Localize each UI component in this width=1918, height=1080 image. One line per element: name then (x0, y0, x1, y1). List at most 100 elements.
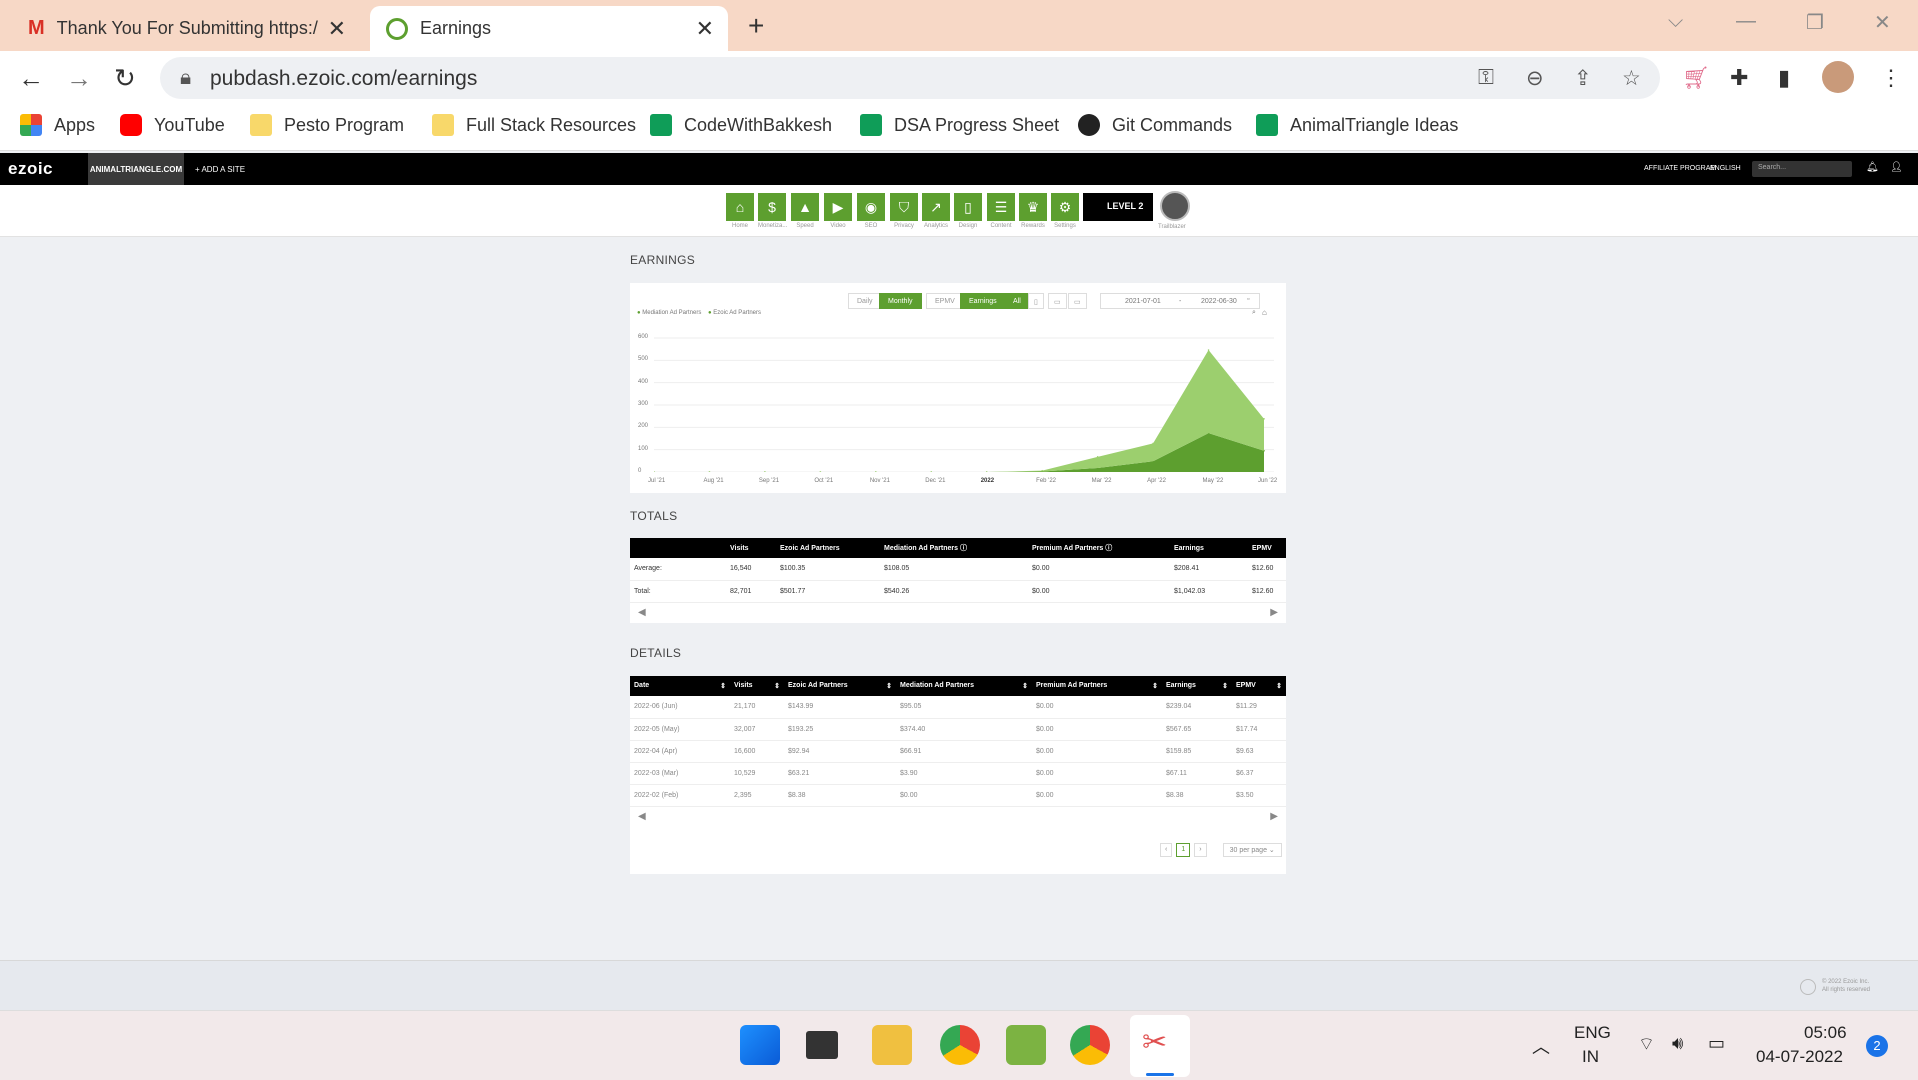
star-icon[interactable]: ☆ (1622, 66, 1641, 91)
sortable-column-header[interactable]: Visits ⇕ (730, 676, 784, 696)
all-devices-button[interactable]: All (1004, 293, 1030, 309)
share-icon[interactable]: ⇪ (1574, 66, 1592, 91)
epmv-button[interactable]: EPMV (926, 293, 964, 309)
horizontal-scrollbar[interactable]: ◀ ▶ (630, 603, 1286, 623)
chrome-profile-icon[interactable] (1070, 1025, 1110, 1065)
windows-start-icon[interactable] (740, 1025, 780, 1065)
tab-gmail[interactable]: M Thank You For Submitting https:/ ✕ (12, 6, 360, 51)
battery-icon[interactable]: ▭ (1708, 1033, 1725, 1054)
add-site-link[interactable]: + ADD A SITE (195, 165, 245, 174)
page-number[interactable]: 1 (1176, 843, 1191, 857)
chevron-down-icon[interactable]: ⌵ (1668, 10, 1683, 33)
restore-button[interactable]: ❐ (1806, 10, 1824, 35)
sortable-column-header[interactable]: Earnings ⇕ (1162, 676, 1232, 696)
back-button[interactable]: ← (18, 63, 44, 94)
affiliate-link[interactable]: AFFILIATE PROGRAM (1644, 165, 1716, 172)
wifi-icon[interactable]: ⌔ (1638, 1033, 1655, 1056)
data-point[interactable] (875, 471, 877, 472)
reload-button[interactable]: ↻ (114, 63, 136, 94)
nav-settings[interactable]: ⚙ Settings (1051, 193, 1079, 229)
trailblazer-avatar[interactable] (1160, 191, 1190, 221)
chevron-up-icon[interactable]: ︿ (1532, 1033, 1550, 1059)
side-panel-icon[interactable]: ▮ (1778, 65, 1790, 91)
bookmark-fullstack[interactable]: Full Stack Resources (432, 114, 636, 136)
notification-badge[interactable]: 2 (1866, 1035, 1888, 1057)
data-point[interactable] (1263, 418, 1265, 420)
nav-design[interactable]: ▯ Design (954, 193, 982, 229)
zoom-in-icon[interactable]: ⌕ (1252, 309, 1256, 317)
nav-privacy[interactable]: ⛉ Privacy (890, 193, 918, 229)
key-icon[interactable]: ⚿ (1478, 66, 1494, 90)
scroll-left-icon[interactable]: ◀ (638, 607, 646, 618)
earnings-button[interactable]: Earnings (960, 293, 1006, 309)
language-code[interactable]: ENG (1574, 1023, 1611, 1043)
window-close-button[interactable]: ✕ (1874, 10, 1891, 35)
lock-icon[interactable]: 🔒︎ (180, 66, 191, 90)
data-point[interactable] (930, 471, 933, 472)
menu-icon[interactable]: ⋮ (1880, 65, 1902, 91)
data-point[interactable] (1152, 442, 1154, 445)
bookmark-apps[interactable]: Apps (20, 114, 95, 136)
chrome-icon[interactable] (940, 1025, 980, 1065)
tab-earnings[interactable]: Earnings ✕ (370, 6, 728, 51)
nav-home[interactable]: ⌂ Home (726, 193, 754, 229)
date-range-picker[interactable]: 2021-07-01 - 2022-06-30 ▫ (1100, 293, 1260, 309)
legend-item[interactable]: ● Mediation Ad Partners (637, 310, 701, 316)
data-point[interactable] (764, 471, 766, 472)
scroll-right-icon[interactable]: ▶ (1270, 811, 1278, 822)
bookmark-codewithbakkesh[interactable]: CodeWithBakkesh (650, 114, 832, 136)
prev-page-button[interactable]: ‹ (1160, 843, 1173, 857)
scroll-right-icon[interactable]: ▶ (1270, 607, 1278, 618)
minimize-button[interactable]: — (1736, 10, 1756, 33)
language-selector[interactable]: ENGLISH (1710, 165, 1741, 172)
nav-monetization[interactable]: $ Monetiza... (758, 193, 787, 229)
mobile-icon[interactable]: ▯ (1028, 293, 1044, 309)
region-code[interactable]: IN (1582, 1047, 1599, 1067)
horizontal-scrollbar[interactable]: ◀ ▶ (630, 807, 1286, 827)
new-tab-button[interactable]: + (748, 10, 764, 42)
daily-button[interactable]: Daily (848, 293, 882, 309)
level-badge[interactable]: LEVEL 2 (1083, 193, 1153, 221)
sortable-column-header[interactable]: Ezoic Ad Partners ⇕ (784, 676, 896, 696)
per-page-select[interactable]: 30 per page ⌄ (1222, 843, 1282, 857)
user-icon[interactable]: 👤︎ (1890, 162, 1903, 173)
profile-avatar[interactable] (1822, 61, 1854, 93)
task-view-icon[interactable] (806, 1031, 838, 1059)
zoom-icon[interactable]: ⊖ (1526, 66, 1544, 91)
sortable-column-header[interactable]: EPMV ⇕ (1232, 676, 1286, 696)
forward-button[interactable]: → (66, 63, 92, 94)
ezoic-logo[interactable]: ezoic (8, 159, 53, 179)
sortable-column-header[interactable]: Date ⇕ (630, 676, 730, 696)
sortable-column-header[interactable]: Premium Ad Partners ⇕ (1032, 676, 1162, 696)
help-icon[interactable]: ⓘ (960, 545, 967, 552)
bookmark-youtube[interactable]: YouTube (120, 114, 225, 136)
bookmark-animaltriangle[interactable]: AnimalTriangle Ideas (1256, 114, 1458, 136)
site-selector[interactable]: ANIMALTRIANGLE.COM (88, 153, 184, 185)
snipping-tool-button[interactable]: ✂ (1130, 1015, 1190, 1077)
cart-extension-icon[interactable]: 🛒︎ (1682, 65, 1710, 91)
clock-time[interactable]: 05:06 (1804, 1023, 1847, 1043)
desktop-icon[interactable]: ▭ (1068, 293, 1087, 309)
clock-date[interactable]: 04-07-2022 (1756, 1047, 1843, 1067)
address-bar[interactable]: 🔒︎ pubdash.ezoic.com/earnings ⚿ ⊖ ⇪ ☆ (160, 57, 1660, 99)
legend-item[interactable]: ● Ezoic Ad Partners (708, 310, 761, 316)
tablet-icon[interactable]: ▭ (1048, 293, 1067, 309)
notepad-app-icon[interactable] (1006, 1025, 1046, 1065)
sortable-column-header[interactable]: Mediation Ad Partners ⇕ (896, 676, 1032, 696)
data-point[interactable] (1096, 456, 1099, 458)
data-point[interactable] (708, 471, 711, 472)
data-point[interactable] (1207, 349, 1210, 351)
data-point[interactable] (819, 471, 822, 472)
search-input[interactable]: Search... (1752, 161, 1852, 177)
bookmark-git[interactable]: Git Commands (1078, 114, 1232, 136)
close-icon[interactable]: ✕ (696, 16, 714, 42)
help-icon[interactable]: ⓘ (1105, 545, 1112, 552)
close-icon[interactable]: ✕ (328, 16, 346, 42)
data-point[interactable] (654, 471, 655, 472)
nav-video[interactable]: ▶ Video (824, 193, 852, 229)
nav-speed[interactable]: ▲ Speed (791, 193, 819, 229)
data-point[interactable] (1041, 469, 1043, 472)
data-point[interactable] (985, 471, 988, 472)
bookmark-dsa[interactable]: DSA Progress Sheet (860, 114, 1059, 136)
nav-analytics[interactable]: ↗ Analytics (922, 193, 950, 229)
